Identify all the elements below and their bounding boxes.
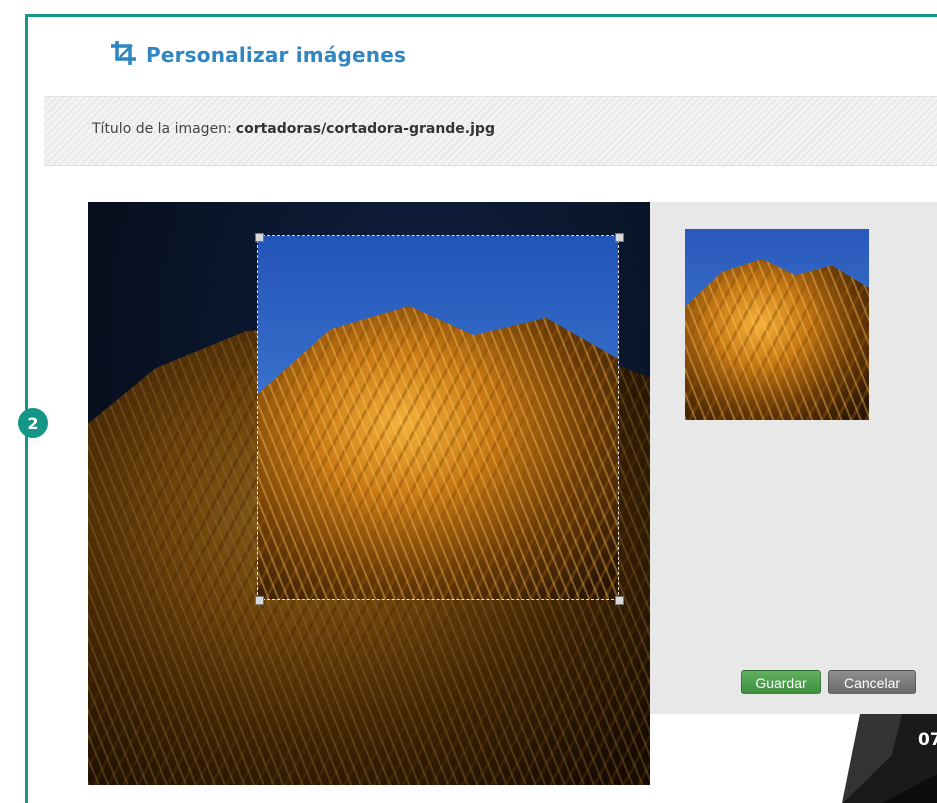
- preview-thumbnail: [685, 229, 869, 420]
- frame-top-border: [25, 14, 937, 17]
- crop-selection[interactable]: [257, 235, 619, 600]
- image-title-line: Título de la imagen: cortadoras/cortadora…: [92, 121, 495, 137]
- page-corner-tab: [842, 714, 937, 803]
- crop-selection-image: [258, 306, 618, 599]
- crop-handle-top-left[interactable]: [255, 233, 264, 242]
- crop-handle-bottom-right[interactable]: [615, 596, 624, 605]
- crop-handle-top-right[interactable]: [615, 233, 624, 242]
- preview-image: [685, 259, 869, 420]
- image-title-label: Título de la imagen:: [92, 121, 232, 137]
- cancel-button[interactable]: Cancelar: [828, 670, 916, 694]
- step-number-badge: 2: [18, 408, 48, 438]
- save-button[interactable]: Guardar: [741, 670, 821, 694]
- image-filename: cortadoras/cortadora-grande.jpg: [235, 121, 495, 137]
- preview-panel: Guardar Cancelar: [650, 202, 937, 714]
- source-image[interactable]: [88, 202, 650, 785]
- page-number: 07: [918, 730, 937, 750]
- crop-icon: [108, 39, 140, 71]
- page-title: Personalizar imágenes: [146, 43, 407, 67]
- image-title-bar: Título de la imagen: cortadoras/cortadora…: [44, 96, 937, 166]
- page-header: Personalizar imágenes: [108, 38, 406, 72]
- crop-handle-bottom-left[interactable]: [255, 596, 264, 605]
